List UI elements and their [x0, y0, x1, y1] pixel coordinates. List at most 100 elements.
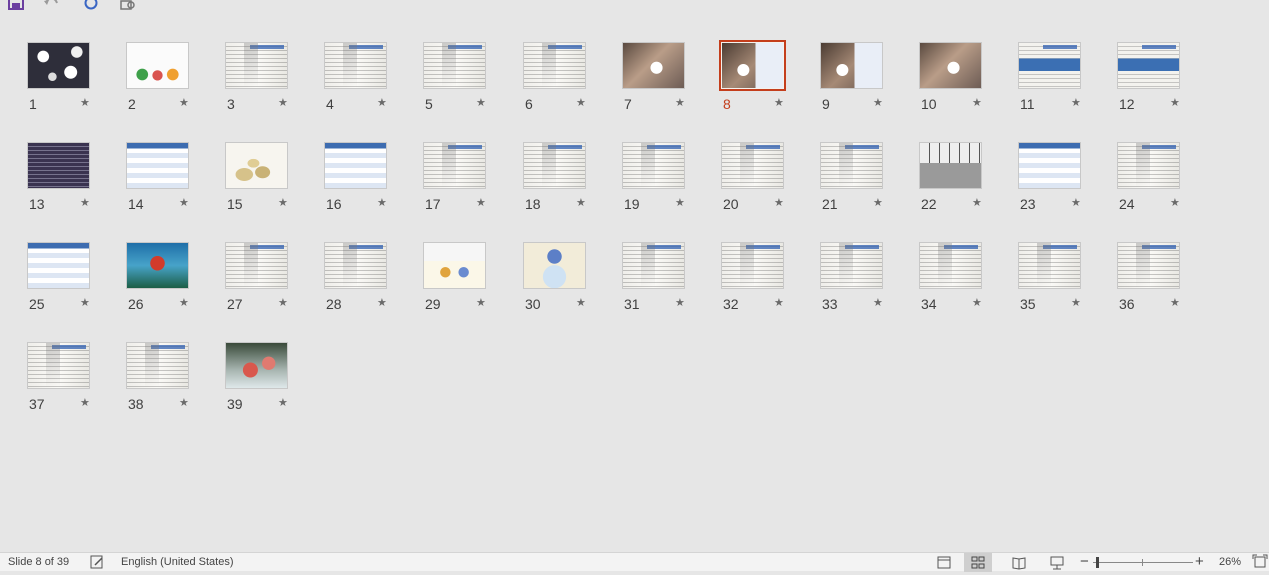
- zoom-in-button[interactable]: +: [1195, 553, 1204, 570]
- slide-preview-image[interactable]: [126, 342, 189, 389]
- slide-preview-image[interactable]: [225, 242, 288, 289]
- slide-preview-image[interactable]: [721, 242, 784, 289]
- slide-thumbnail-30[interactable]: 30 ★: [521, 240, 620, 320]
- slide-preview-image[interactable]: [423, 142, 486, 189]
- slide-preview-image[interactable]: [324, 242, 387, 289]
- slide-thumbnail-32[interactable]: 32 ★: [719, 240, 818, 320]
- transition-star-icon[interactable]: ★: [774, 96, 784, 109]
- slide-preview-image[interactable]: [1018, 142, 1081, 189]
- transition-star-icon[interactable]: ★: [80, 396, 90, 409]
- slide-preview-image[interactable]: [126, 42, 189, 89]
- transition-star-icon[interactable]: ★: [179, 196, 189, 209]
- slide-preview-image[interactable]: [423, 42, 486, 89]
- zoom-slider-track[interactable]: [1093, 562, 1193, 563]
- slide-thumbnail-37[interactable]: 37 ★: [25, 340, 124, 420]
- slide-preview-image[interactable]: [919, 142, 982, 189]
- transition-star-icon[interactable]: ★: [476, 196, 486, 209]
- slide-thumbnail-34[interactable]: 34 ★: [917, 240, 1016, 320]
- transition-star-icon[interactable]: ★: [1170, 296, 1180, 309]
- slide-thumbnail-18[interactable]: 18 ★: [521, 140, 620, 220]
- slide-preview-image[interactable]: [126, 142, 189, 189]
- reading-view-button[interactable]: [1005, 553, 1033, 572]
- slide-preview-image[interactable]: [919, 42, 982, 89]
- slide-preview-image[interactable]: [523, 242, 586, 289]
- slide-preview-image[interactable]: [27, 342, 90, 389]
- transition-star-icon[interactable]: ★: [179, 296, 189, 309]
- slide-thumbnail-13[interactable]: 13 ★: [25, 140, 124, 220]
- language-indicator[interactable]: English (United States): [121, 556, 234, 568]
- transition-star-icon[interactable]: ★: [1071, 296, 1081, 309]
- slide-preview-image[interactable]: [126, 242, 189, 289]
- zoom-level[interactable]: 26%: [1219, 556, 1241, 568]
- transition-star-icon[interactable]: ★: [1071, 196, 1081, 209]
- fit-to-window-icon[interactable]: [1252, 554, 1268, 570]
- transition-star-icon[interactable]: ★: [972, 196, 982, 209]
- transition-star-icon[interactable]: ★: [774, 196, 784, 209]
- slide-preview-image[interactable]: [622, 142, 685, 189]
- slide-thumbnail-9[interactable]: 9 ★: [818, 40, 917, 120]
- transition-star-icon[interactable]: ★: [80, 296, 90, 309]
- transition-star-icon[interactable]: ★: [377, 96, 387, 109]
- slide-preview-image[interactable]: [27, 242, 90, 289]
- slide-preview-image[interactable]: [523, 42, 586, 89]
- slide-preview-image[interactable]: [1117, 42, 1180, 89]
- slide-thumbnail-3[interactable]: 3 ★: [223, 40, 322, 120]
- zoom-slider-thumb[interactable]: [1096, 557, 1099, 568]
- slide-thumbnail-6[interactable]: 6 ★: [521, 40, 620, 120]
- slide-sorter-view-button[interactable]: [964, 553, 992, 572]
- slide-thumbnail-33[interactable]: 33 ★: [818, 240, 917, 320]
- slide-preview-image[interactable]: [719, 40, 786, 91]
- slide-thumbnail-25[interactable]: 25 ★: [25, 240, 124, 320]
- transition-star-icon[interactable]: ★: [179, 396, 189, 409]
- transition-star-icon[interactable]: ★: [576, 96, 586, 109]
- zoom-out-button[interactable]: −: [1080, 553, 1089, 570]
- transition-star-icon[interactable]: ★: [576, 196, 586, 209]
- slide-thumbnail-4[interactable]: 4 ★: [322, 40, 421, 120]
- slide-preview-image[interactable]: [820, 242, 883, 289]
- slide-thumbnail-27[interactable]: 27 ★: [223, 240, 322, 320]
- transition-star-icon[interactable]: ★: [278, 396, 288, 409]
- transition-star-icon[interactable]: ★: [675, 296, 685, 309]
- slide-thumbnail-17[interactable]: 17 ★: [421, 140, 520, 220]
- slide-thumbnail-31[interactable]: 31 ★: [620, 240, 719, 320]
- slide-preview-image[interactable]: [523, 142, 586, 189]
- slide-thumbnail-24[interactable]: 24 ★: [1115, 140, 1214, 220]
- transition-star-icon[interactable]: ★: [1170, 96, 1180, 109]
- normal-view-button[interactable]: [930, 553, 958, 572]
- slide-thumbnail-2[interactable]: 2 ★: [124, 40, 223, 120]
- slide-preview-image[interactable]: [1018, 42, 1081, 89]
- slide-thumbnail-11[interactable]: 11 ★: [1016, 40, 1115, 120]
- transition-star-icon[interactable]: ★: [576, 296, 586, 309]
- transition-star-icon[interactable]: ★: [873, 196, 883, 209]
- slide-thumbnail-39[interactable]: 39 ★: [223, 340, 322, 420]
- slide-preview-image[interactable]: [27, 142, 90, 189]
- transition-star-icon[interactable]: ★: [774, 296, 784, 309]
- slide-thumbnail-10[interactable]: 10 ★: [917, 40, 1016, 120]
- proofing-icon[interactable]: [89, 554, 105, 570]
- slide-thumbnail-12[interactable]: 12 ★: [1115, 40, 1214, 120]
- slide-counter[interactable]: Slide 8 of 39: [8, 556, 69, 568]
- transition-star-icon[interactable]: ★: [476, 96, 486, 109]
- slide-thumbnail-15[interactable]: 15 ★: [223, 140, 322, 220]
- transition-star-icon[interactable]: ★: [972, 96, 982, 109]
- transition-star-icon[interactable]: ★: [377, 196, 387, 209]
- slide-preview-image[interactable]: [225, 42, 288, 89]
- slide-thumbnail-7[interactable]: 7 ★: [620, 40, 719, 120]
- transition-star-icon[interactable]: ★: [1170, 196, 1180, 209]
- slide-preview-image[interactable]: [1117, 242, 1180, 289]
- slide-thumbnail-16[interactable]: 16 ★: [322, 140, 421, 220]
- slide-show-button[interactable]: [1043, 553, 1071, 572]
- slide-thumbnail-38[interactable]: 38 ★: [124, 340, 223, 420]
- slide-thumbnail-28[interactable]: 28 ★: [322, 240, 421, 320]
- slide-preview-image[interactable]: [1117, 142, 1180, 189]
- slide-preview-image[interactable]: [820, 42, 883, 89]
- slide-preview-image[interactable]: [622, 242, 685, 289]
- transition-star-icon[interactable]: ★: [377, 296, 387, 309]
- slide-preview-image[interactable]: [324, 142, 387, 189]
- slide-preview-image[interactable]: [225, 342, 288, 389]
- slide-thumbnail-5[interactable]: 5 ★: [421, 40, 520, 120]
- slide-preview-image[interactable]: [820, 142, 883, 189]
- transition-star-icon[interactable]: ★: [179, 96, 189, 109]
- transition-star-icon[interactable]: ★: [873, 96, 883, 109]
- slide-thumbnail-26[interactable]: 26 ★: [124, 240, 223, 320]
